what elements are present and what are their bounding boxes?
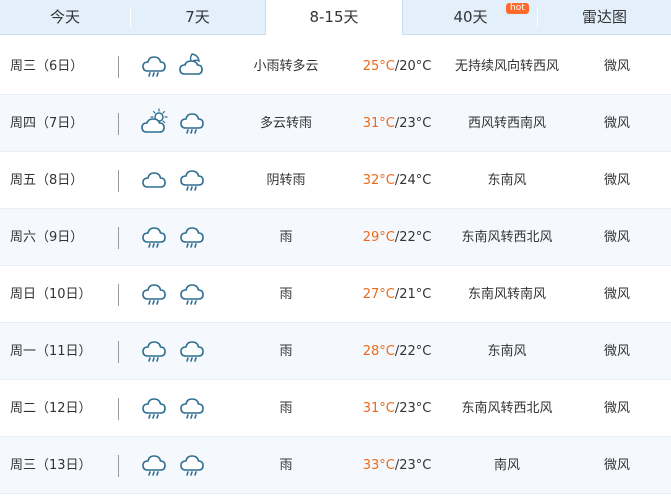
divider xyxy=(118,56,119,78)
forecast-row: 周日（10日） 雨 27°C/21°C 东南风转南风 微风 xyxy=(0,266,671,323)
forecast-list: 周三（6日） 小雨转多云 25°C/20°C 无持续风向转西风 微风 周四（7日） 多云转雨… xyxy=(0,38,671,494)
wind-direction: 东南风转西北风 xyxy=(461,230,553,245)
divider xyxy=(118,284,119,306)
wind-level: 微风 xyxy=(603,173,630,188)
divider xyxy=(118,341,119,363)
high-temperature: 25°C xyxy=(362,59,395,74)
forecast-row: 周四（7日） 多云转雨 31°C/23°C 西风转西南风 微风 xyxy=(0,95,671,152)
wind-level: 微风 xyxy=(603,59,630,74)
day-label: 周一（11日） xyxy=(10,344,92,359)
weather-description: 雨 xyxy=(279,287,293,302)
wind-level: 微风 xyxy=(603,287,630,302)
divider xyxy=(118,113,119,135)
tab-today[interactable]: 今天 xyxy=(0,0,130,34)
weather-icons xyxy=(140,279,220,309)
temperature: 31°C/23°C xyxy=(352,380,442,437)
low-temperature: /24°C xyxy=(394,173,432,188)
forecast-row: 周二（12日） 雨 31°C/23°C 东南风转西北风 微风 xyxy=(0,380,671,437)
temperature: 33°C/23°C xyxy=(352,437,442,494)
high-temperature: 27°C xyxy=(362,287,395,302)
wind-level: 微风 xyxy=(603,116,630,131)
weather-description: 雨 xyxy=(279,458,293,473)
wind-direction: 东南风转南风 xyxy=(467,287,546,302)
low-temperature: /23°C xyxy=(394,401,432,416)
weather-icons xyxy=(140,108,220,138)
high-temperature: 28°C xyxy=(362,344,395,359)
divider xyxy=(118,398,119,420)
weather-description: 雨 xyxy=(279,230,293,245)
weather-icons xyxy=(140,393,220,423)
high-temperature: 33°C xyxy=(362,458,395,473)
low-temperature: /23°C xyxy=(394,116,432,131)
forecast-row: 周六（9日） 雨 29°C/22°C 东南风转西北风 微风 xyxy=(0,209,671,266)
divider xyxy=(118,227,119,249)
day-label: 周日（10日） xyxy=(10,287,92,302)
forecast-row: 周五（8日） 阴转雨 32°C/24°C 东南风 微风 xyxy=(0,152,671,209)
divider xyxy=(118,170,119,192)
weather-description: 多云转雨 xyxy=(259,116,312,131)
weather-icons xyxy=(140,450,220,480)
temperature: 29°C/22°C xyxy=(352,209,442,266)
weather-description: 小雨转多云 xyxy=(253,59,319,74)
low-temperature: /23°C xyxy=(394,458,432,473)
temperature: 32°C/24°C xyxy=(352,152,442,209)
weather-description: 阴转雨 xyxy=(266,173,306,188)
high-temperature: 31°C xyxy=(362,116,395,131)
hot-badge: hot xyxy=(506,3,529,14)
wind-level: 微风 xyxy=(603,230,630,245)
wind-direction: 南风 xyxy=(493,458,520,473)
weather-icons xyxy=(140,165,220,195)
tab-8-15-days[interactable]: 8-15天 xyxy=(265,0,403,35)
low-temperature: /21°C xyxy=(394,287,432,302)
low-temperature: /22°C xyxy=(394,344,432,359)
tab-7-days[interactable]: 7天 xyxy=(131,0,264,34)
weather-description: 雨 xyxy=(279,344,293,359)
wind-direction: 东南风 xyxy=(487,344,527,359)
wind-direction: 无持续风向转西风 xyxy=(454,59,559,74)
day-label: 周三（6日） xyxy=(10,59,84,74)
day-label: 周三（13日） xyxy=(10,458,92,473)
temperature: 31°C/23°C xyxy=(352,95,442,152)
day-label: 周六（9日） xyxy=(10,230,84,245)
weather-icons xyxy=(140,336,220,366)
day-label: 周四（7日） xyxy=(10,116,84,131)
wind-level: 微风 xyxy=(603,344,630,359)
low-temperature: /20°C xyxy=(394,59,432,74)
temperature: 27°C/21°C xyxy=(352,266,442,323)
weather-icons xyxy=(140,51,220,81)
high-temperature: 29°C xyxy=(362,230,395,245)
day-label: 周二（12日） xyxy=(10,401,92,416)
day-label: 周五（8日） xyxy=(10,173,84,188)
wind-level: 微风 xyxy=(603,401,630,416)
forecast-row: 周三（13日） 雨 33°C/23°C 南风 微风 xyxy=(0,437,671,494)
divider xyxy=(118,455,119,477)
tab-radar[interactable]: 雷达图 xyxy=(538,0,671,34)
wind-direction: 西风转西南风 xyxy=(467,116,546,131)
weather-description: 雨 xyxy=(279,401,293,416)
temperature: 28°C/22°C xyxy=(352,323,442,380)
high-temperature: 31°C xyxy=(362,401,395,416)
forecast-row: 周一（11日） 雨 28°C/22°C 东南风 微风 xyxy=(0,323,671,380)
high-temperature: 32°C xyxy=(362,173,395,188)
wind-level: 微风 xyxy=(603,458,630,473)
wind-direction: 东南风 xyxy=(487,173,527,188)
weather-icons xyxy=(140,222,220,252)
forecast-tabs: 今天 7天 8-15天 40天 hot 雷达图 xyxy=(0,0,671,35)
wind-direction: 东南风转西北风 xyxy=(461,401,553,416)
low-temperature: /22°C xyxy=(394,230,432,245)
temperature: 25°C/20°C xyxy=(352,38,442,95)
forecast-row: 周三（6日） 小雨转多云 25°C/20°C 无持续风向转西风 微风 xyxy=(0,38,671,95)
